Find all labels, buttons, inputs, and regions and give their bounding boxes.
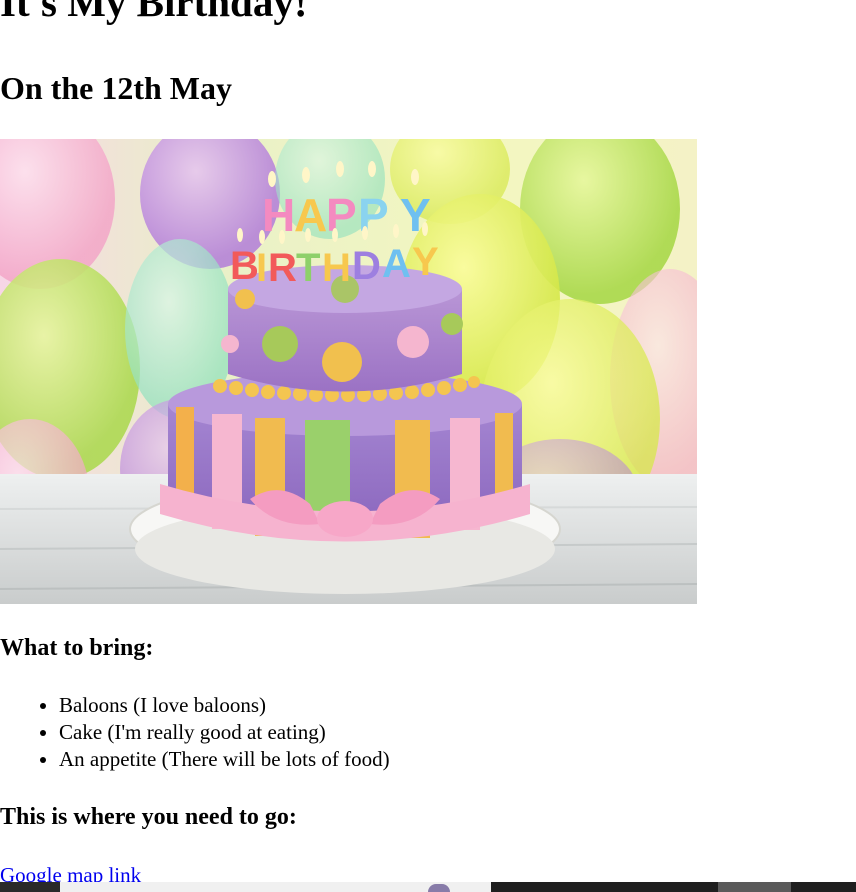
app-icon[interactable] xyxy=(428,884,450,892)
taskbar-segment xyxy=(60,882,491,892)
svg-text:B: B xyxy=(230,244,259,288)
taskbar-segment xyxy=(0,882,60,892)
taskbar-segment xyxy=(718,882,791,892)
svg-text:Y: Y xyxy=(412,240,439,284)
svg-text:A: A xyxy=(382,242,411,286)
list-item: An appetite (There will be lots of food) xyxy=(59,746,390,773)
list-item: Baloons (I love baloons) xyxy=(59,692,390,719)
svg-text:H: H xyxy=(322,246,351,290)
svg-text:R: R xyxy=(268,246,297,290)
list-item: Cake (I'm really good at eating) xyxy=(59,719,390,746)
page-title: It's My Birthday! xyxy=(0,0,308,25)
svg-text:H: H xyxy=(262,189,295,241)
taskbar-segment xyxy=(791,882,856,892)
taskbar-strip xyxy=(0,882,856,892)
taskbar-segment xyxy=(491,882,718,892)
svg-text:D: D xyxy=(352,244,381,288)
page: It's My Birthday! On the 12th May H A P … xyxy=(0,0,856,892)
bring-list: Baloons (I love baloons) Cake (I'm reall… xyxy=(0,692,390,773)
birthday-cake-image: H A P P Y B I R T H D A Y xyxy=(0,139,697,604)
svg-text:P: P xyxy=(326,189,357,241)
svg-text:T: T xyxy=(296,246,320,290)
directions-heading: This is where you need to go: xyxy=(0,804,297,830)
svg-text:I: I xyxy=(256,246,267,290)
party-date-heading: On the 12th May xyxy=(0,70,232,106)
what-to-bring-heading: What to bring: xyxy=(0,635,154,661)
